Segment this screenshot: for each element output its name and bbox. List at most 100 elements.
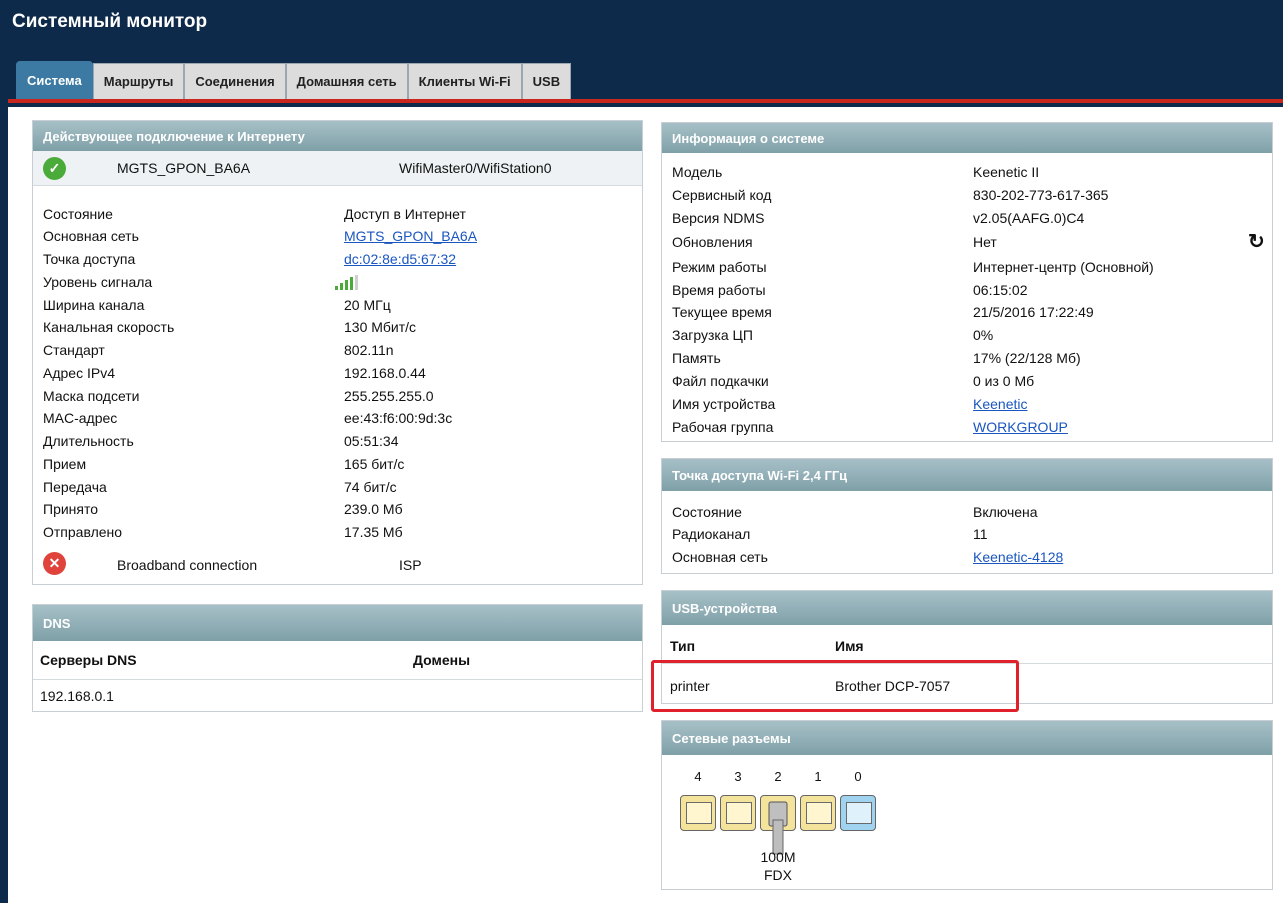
tab-home-network[interactable]: Домашняя сеть [285, 63, 408, 99]
workgroup-link[interactable]: WORKGROUP [973, 419, 1068, 435]
ethernet-port-icon[interactable] [680, 795, 716, 831]
dns-server-value: 192.168.0.1 [40, 688, 114, 704]
row-label: Радиоканал [672, 526, 751, 542]
left-strip [0, 0, 8, 903]
col-servers: Серверы DNS [40, 652, 137, 668]
row-label: Основная сеть [672, 549, 768, 565]
ethernet-port-icon[interactable] [720, 795, 756, 831]
error-icon: ✕ [43, 552, 66, 575]
row-label: Адрес IPv4 [43, 365, 115, 381]
port-number: 2 [774, 769, 782, 784]
panel-header: DNS [33, 605, 642, 641]
info-row: Ширина канала 20 МГц [33, 294, 642, 317]
info-row: Модель Keenetic II [662, 161, 1272, 184]
panel-header: Действующее подключение к Интернету [33, 121, 642, 151]
row-label: Уровень сигнала [43, 274, 153, 290]
row-label: Канальная скорость [43, 319, 175, 335]
row-label: Имя устройства [672, 396, 776, 412]
tab-wifi-clients[interactable]: Клиенты Wi-Fi [407, 63, 522, 99]
port-speed: 100M [760, 849, 796, 865]
internet-connection-panel: Действующее подключение к Интернету ✓ MG… [32, 120, 643, 585]
cable-plug-icon [768, 801, 788, 855]
row-label: Режим работы [672, 259, 767, 275]
row-label: Основная сеть [43, 228, 139, 244]
row-value: 165 бит/с [344, 456, 405, 472]
row-value: Включена [973, 504, 1038, 520]
row-label: Сервисный код [672, 187, 772, 203]
row-label: Модель [672, 164, 723, 180]
row-label: Отправлено [43, 524, 123, 540]
connection-name: MGTS_GPON_BA6A [117, 160, 251, 176]
row-label: Состояние [43, 206, 113, 222]
connection-interface: WifiMaster0/WifiStation0 [399, 160, 552, 176]
row-label: Маска подсети [43, 388, 140, 404]
backup-connection-interface: ISP [399, 557, 422, 573]
tab-bar: Система Маршруты Соединения Домашняя сет… [16, 61, 572, 99]
refresh-icon[interactable]: ↻ [1248, 229, 1265, 254]
info-row: Имя устройства Keenetic [662, 393, 1272, 416]
ethernet-port-icon[interactable] [800, 795, 836, 831]
check-icon: ✓ [43, 157, 66, 180]
backup-connection-row[interactable]: ✕ Broadband connection ISP [33, 549, 642, 579]
row-label: Файл подкачки [672, 373, 769, 389]
row-value: ee:43:f6:00:9d:3c [344, 410, 453, 426]
info-row: Основная сеть MGTS_GPON_BA6A [33, 225, 642, 248]
port-number: 4 [694, 769, 702, 784]
tab-system[interactable]: Система [16, 61, 93, 99]
info-row: Основная сеть Keenetic-4128 [662, 546, 1272, 569]
info-row: Файл подкачки 0 из 0 Мб [662, 370, 1272, 393]
row-value: 21/5/2016 17:22:49 [973, 304, 1094, 320]
access-point-link[interactable]: dc:02:8e:d5:67:32 [344, 251, 456, 267]
tab-connections[interactable]: Соединения [184, 63, 286, 99]
network-link[interactable]: MGTS_GPON_BA6A [344, 228, 477, 244]
row-label: Длительность [43, 433, 134, 449]
active-connection-row[interactable]: ✓ MGTS_GPON_BA6A WifiMaster0/WifiStation… [33, 151, 642, 186]
row-value: 20 МГц [344, 297, 391, 313]
tab-routes[interactable]: Маршруты [92, 63, 185, 99]
row-label: Принято [43, 501, 99, 517]
row-value: 192.168.0.44 [344, 365, 426, 381]
port-number: 1 [814, 769, 822, 784]
row-label: Текущее время [672, 304, 772, 320]
row-value: Доступ в Интернет [344, 206, 466, 222]
row-label: Прием [43, 456, 87, 472]
row-label: Состояние [672, 504, 742, 520]
row-value: Keenetic II [973, 164, 1040, 180]
info-row: Версия NDMS v2.05(AAFG.0)C4 [662, 207, 1272, 230]
ssid-link[interactable]: Keenetic-4128 [973, 549, 1063, 565]
row-value: Нет [973, 234, 997, 250]
row-value: 239.0 Мб [344, 501, 403, 517]
ethernet-port-connected-icon[interactable] [760, 795, 796, 855]
row-value: 830-202-773-617-365 [973, 187, 1109, 203]
info-row: Обновления Нет ↻ [662, 231, 1272, 254]
info-row: Текущее время 21/5/2016 17:22:49 [662, 301, 1272, 324]
row-value: 0 из 0 Мб [973, 373, 1035, 389]
info-row: Стандарт 802.11n [33, 339, 642, 362]
row-value: 255.255.255.0 [344, 388, 434, 404]
info-row: Канальная скорость 130 Мбит/с [33, 316, 642, 339]
port-number: 3 [734, 769, 742, 784]
info-row: Сервисный код 830-202-773-617-365 [662, 184, 1272, 207]
row-value: 17.35 Мб [344, 524, 403, 540]
panel-header: Сетевые разъемы [662, 721, 1272, 755]
panel-header: Информация о системе [662, 123, 1272, 153]
row-value: 0% [973, 327, 994, 343]
highlight-box [651, 660, 1019, 712]
wifi-ap-panel: Точка доступа Wi-Fi 2,4 ГГц Состояние Вкл… [661, 458, 1273, 574]
wan-port-icon[interactable] [840, 795, 876, 831]
info-row: Уровень сигнала [33, 271, 642, 294]
backup-connection-name: Broadband connection [117, 557, 258, 573]
row-label: Рабочая группа [672, 419, 774, 435]
dns-table-header: Серверы DNS Домены [33, 649, 642, 680]
row-label: Передача [43, 479, 107, 495]
row-label: Ширина канала [43, 297, 145, 313]
row-value: Интернет-центр (Основной) [973, 259, 1154, 275]
row-label: Версия NDMS [672, 210, 765, 226]
network-ports-panel: Сетевые разъемы 4 3 2 1 0 100M FDX [661, 720, 1273, 890]
tab-usb[interactable]: USB [521, 63, 572, 99]
ports-area: 4 3 2 1 0 100M FDX [672, 761, 972, 886]
device-name-link[interactable]: Keenetic [973, 396, 1027, 412]
panel-header: Точка доступа Wi-Fi 2,4 ГГц [662, 459, 1272, 491]
info-row: Принято 239.0 Мб [33, 498, 642, 521]
row-label: Точка доступа [43, 251, 136, 267]
